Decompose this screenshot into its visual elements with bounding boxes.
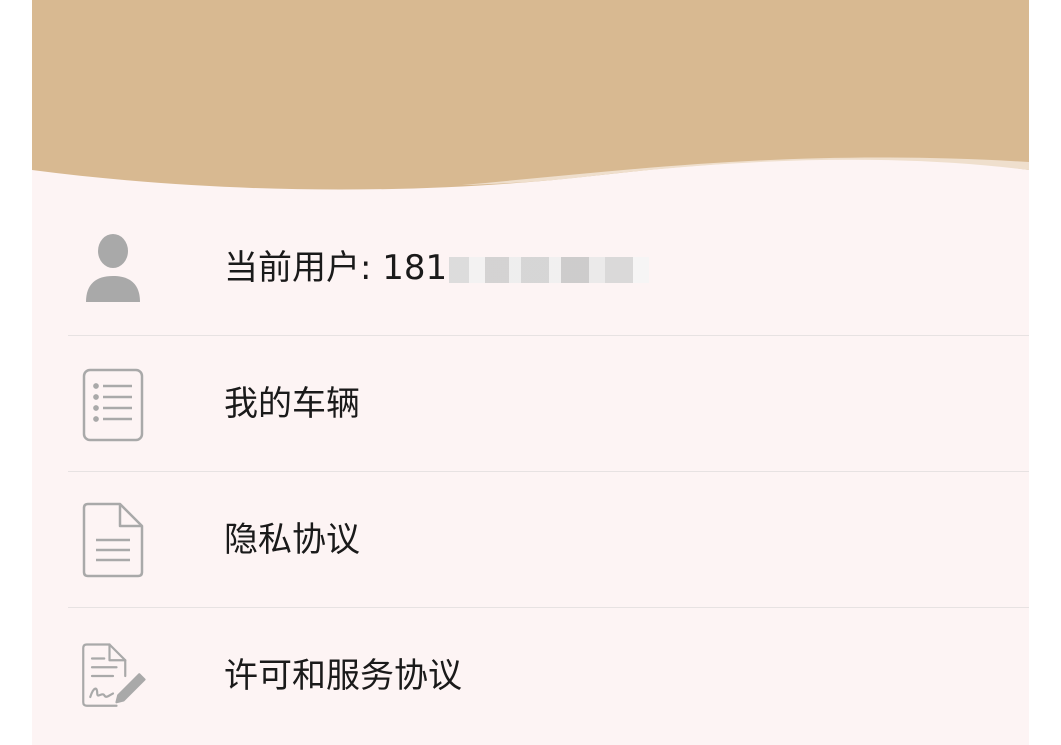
profile-screen: 当前用户: 181 我的车辆 隐私协议 许可和服务协议	[32, 0, 1029, 745]
menu-item-label: 许可和服务协议	[224, 656, 462, 696]
menu-item-license-service-agreement[interactable]: 许可和服务协议	[32, 608, 1029, 744]
signed-document-icon	[78, 636, 148, 716]
document-icon	[78, 500, 148, 580]
menu-item-label: 当前用户: 181	[224, 245, 650, 291]
list-document-icon	[78, 364, 148, 444]
header-banner	[32, 0, 1029, 190]
menu-item-current-user[interactable]: 当前用户: 181	[32, 200, 1029, 336]
settings-menu: 当前用户: 181 我的车辆 隐私协议 许可和服务协议	[32, 200, 1029, 744]
menu-item-label: 隐私协议	[224, 520, 360, 560]
menu-item-privacy-policy[interactable]: 隐私协议	[32, 472, 1029, 608]
user-icon	[78, 228, 148, 308]
menu-item-label: 我的车辆	[224, 384, 360, 424]
masked-phone-number	[449, 256, 650, 283]
menu-item-my-vehicles[interactable]: 我的车辆	[32, 336, 1029, 472]
current-user-text: 当前用户: 181	[224, 248, 448, 288]
